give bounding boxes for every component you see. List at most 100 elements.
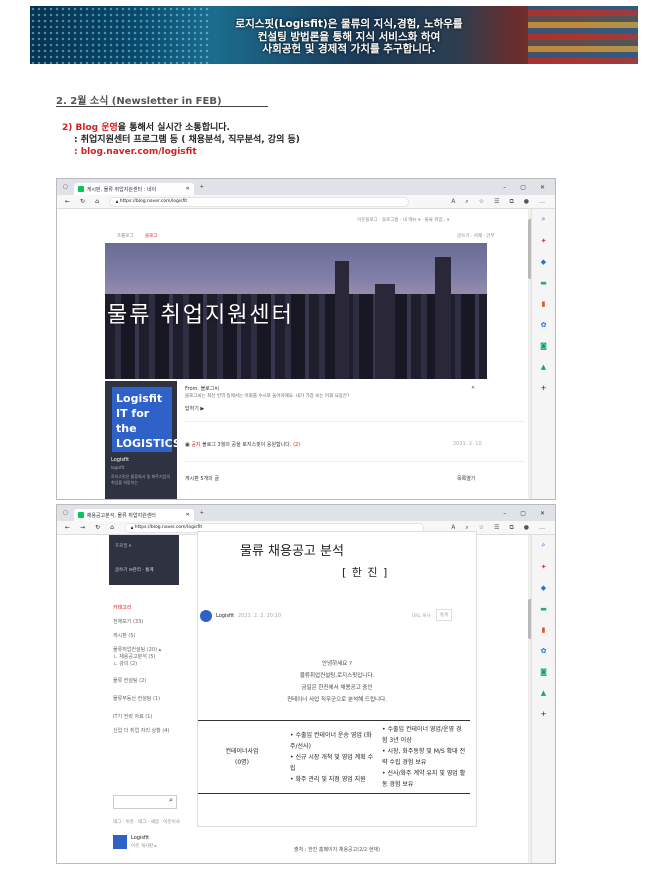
tag-icon[interactable]: ◆ (541, 258, 546, 266)
favorite-icon[interactable]: ☆ (479, 524, 484, 532)
tools-icon[interactable]: ✿ (541, 647, 547, 655)
stats-button[interactable]: 통계 (436, 609, 453, 621)
minimize-icon[interactable]: – (503, 510, 506, 517)
new-tab-icon[interactable]: + (200, 510, 204, 516)
banner-text: 로지스핏(Logisfit)은 물류의 지식,경험, 노하우를 컨설팅 방법론을… (180, 18, 518, 56)
games-icon[interactable]: ▮ (542, 626, 546, 634)
window-icon[interactable]: ▢ (63, 510, 68, 516)
item-rest: 을 통해서 실시간 소통합니다. (117, 123, 230, 133)
office-icon[interactable]: ◙ (540, 668, 547, 676)
category-item[interactable]: 물류부동산 컨설팅 (1) (113, 692, 183, 706)
search-icon[interactable]: ⌕ (169, 796, 173, 804)
category-item[interactable]: ㄴ 채용공고분석 (5) (113, 654, 183, 661)
post-from: From. 블로그씨 (185, 386, 219, 392)
home-icon[interactable]: ⌂ (110, 524, 114, 531)
briefcase-icon[interactable]: ▬ (540, 279, 547, 287)
blog-url[interactable]: : blog.naver.com/logisfit (62, 146, 300, 158)
close-post-icon[interactable]: ✕ (471, 385, 475, 391)
banner-line-2: 컨설팅 방법론을 통해 지식 서비스화 하여 (257, 30, 441, 43)
favorites-icon[interactable]: ☰ (494, 198, 499, 206)
category-item[interactable]: 전체보기 (33) (113, 615, 183, 629)
category-item[interactable]: 신입 더 취업 자리 상황 (4) (113, 728, 183, 735)
games-icon[interactable]: ▮ (542, 300, 546, 308)
favorite-icon[interactable]: ☆ (479, 198, 484, 206)
category-item[interactable]: IT기 전략 자료 (1) (113, 710, 183, 724)
profile-thumbnail[interactable] (113, 835, 127, 849)
more-icon[interactable]: … (539, 524, 545, 532)
read-aloud-icon[interactable]: A (451, 198, 455, 206)
search-icon[interactable]: ⌕ (542, 215, 546, 224)
profile-sub-link[interactable]: 이웃 게시판 ▸ (131, 843, 157, 849)
post-more-link[interactable]: 답하기 ▶ (185, 405, 204, 412)
banner-line-1: 로지스핏(Logisfit)은 물류의 지식,경험, 노하우를 (235, 18, 463, 30)
notice-date: 2021. 2. 10 (453, 441, 482, 447)
browser-screenshot-2: ▢ 채용공고분석, 물류 취업지원센터 ✕ + – ▢ ✕ ← → ↻ ⌂ 🔒︎ h… (56, 504, 556, 864)
section-divider (56, 106, 268, 107)
browser-tab[interactable]: 채용공고분석, 물류 취업지원센터 ✕ (73, 509, 194, 521)
search-box[interactable]: ⌕ (113, 795, 177, 809)
maximize-icon[interactable]: ▢ (520, 510, 526, 517)
refresh-icon[interactable]: ↻ (95, 524, 100, 531)
url-input[interactable]: 🔒︎ https://blog.naver.com/logisfit (108, 196, 409, 207)
browser-tab[interactable]: 게시판, 물류 취업지원센터 : 네이 ✕ (73, 183, 194, 195)
briefcase-icon[interactable]: ▬ (540, 605, 547, 613)
duties-cell: • 수출입 컨테이너 운송 영업 (화주/선사) • 신규 시장 개척 및 영업… (286, 720, 378, 794)
tools-icon[interactable]: ✿ (541, 321, 547, 329)
url-copy-button[interactable]: URL 복사 (412, 613, 431, 619)
manage-links[interactable]: 글쓰기 ✉관리 · 통계 (115, 567, 153, 573)
maximize-icon[interactable]: ▢ (520, 184, 526, 191)
tab-bar: ▢ 채용공고분석, 물류 취업지원센터 ✕ + – ▢ ✕ (57, 505, 555, 521)
url-text: https://blog.naver.com/logisfit (119, 199, 188, 204)
office-icon[interactable]: ◙ (540, 342, 547, 350)
write-link[interactable]: 글쓰기 · 서재 · 안부 (457, 233, 495, 239)
close-tab-icon[interactable]: ✕ (186, 512, 190, 518)
article-title: 물류 채용공고 분석 (240, 544, 344, 559)
category-item[interactable]: 물류 컨설팅 (2) (113, 674, 183, 688)
requirement-item: • 선사/화주 계약 유지 및 영업 활동 경험 보유 (382, 770, 466, 788)
prologue-link[interactable]: 프롤로그 (117, 233, 134, 239)
widget-links[interactable]: 태그 · 이웃 · 태그 · 새글 · 이웃이사 (113, 819, 180, 825)
item-number: 2) (62, 123, 76, 133)
profile-icon[interactable]: ● (524, 198, 529, 206)
author-name[interactable]: Logisfit (216, 613, 234, 619)
search-icon[interactable]: ⌕ (542, 541, 546, 550)
zoom-icon[interactable]: ⌕ (465, 198, 468, 206)
add-icon[interactable]: + (541, 384, 547, 392)
profile-link[interactable]: 프로필 ▾ (115, 543, 131, 549)
window-icon[interactable]: ▢ (63, 184, 68, 190)
category-item[interactable]: 게시판 (5) (113, 629, 183, 643)
close-tab-icon[interactable]: ✕ (186, 186, 190, 192)
tag-icon[interactable]: ◆ (541, 584, 546, 592)
author-avatar[interactable] (200, 610, 212, 622)
collections-icon[interactable]: ⧉ (509, 524, 513, 532)
notice-row[interactable]: ▣ 공지 블로그 3월의 공을 로지스핏이 응원합니다. (2) (185, 441, 300, 448)
refresh-icon[interactable]: ↻ (80, 198, 85, 205)
collections-icon[interactable]: ⧉ (509, 198, 513, 206)
back-icon[interactable]: ← (65, 524, 70, 531)
add-icon[interactable]: + (541, 710, 547, 718)
new-tab-icon[interactable]: + (200, 184, 204, 190)
blog-top-links[interactable]: 이웃블로그 · 블로그홈 · 내 메뉴 ▾ · 물류 취업.. ▾ (357, 217, 449, 223)
tree-icon[interactable]: ▲ (541, 689, 546, 697)
sparkle-icon[interactable]: ✦ (541, 563, 547, 571)
forward-icon[interactable]: → (80, 524, 85, 531)
job-count: (0명) (234, 759, 250, 766)
close-window-icon[interactable]: ✕ (540, 510, 545, 517)
profile-icon[interactable]: ● (524, 524, 529, 532)
tree-icon[interactable]: ▲ (541, 363, 546, 371)
category-item[interactable]: 물류취업컨설팅 (20) ▴ (113, 647, 183, 654)
home-icon[interactable]: ⌂ (95, 198, 99, 205)
close-window-icon[interactable]: ✕ (540, 184, 545, 191)
more-icon[interactable]: … (539, 198, 545, 206)
blog-tab-link[interactable]: 블로그 (145, 233, 157, 239)
duty-item: • 수출입 컨테이너 운송 영업 (화주/선사) (290, 731, 372, 750)
category-item[interactable]: ㄴ 강의 (2) (113, 661, 183, 668)
sparkle-icon[interactable]: ✦ (541, 237, 547, 245)
list-toggle-link[interactable]: 목록열기 (457, 475, 475, 482)
browser-screenshot-1: ▢ 게시판, 물류 취업지원센터 : 네이 ✕ + – ▢ ✕ ← ↻ ⌂ 🔒︎ h… (56, 178, 556, 500)
minimize-icon[interactable]: – (503, 184, 506, 191)
back-icon[interactable]: ← (65, 198, 70, 205)
lock-icon: 🔒︎ (115, 199, 119, 205)
intro-line: 물류취업컨설팅,로지스핏입니다. (299, 673, 375, 679)
favorites-icon[interactable]: ☰ (494, 524, 499, 532)
